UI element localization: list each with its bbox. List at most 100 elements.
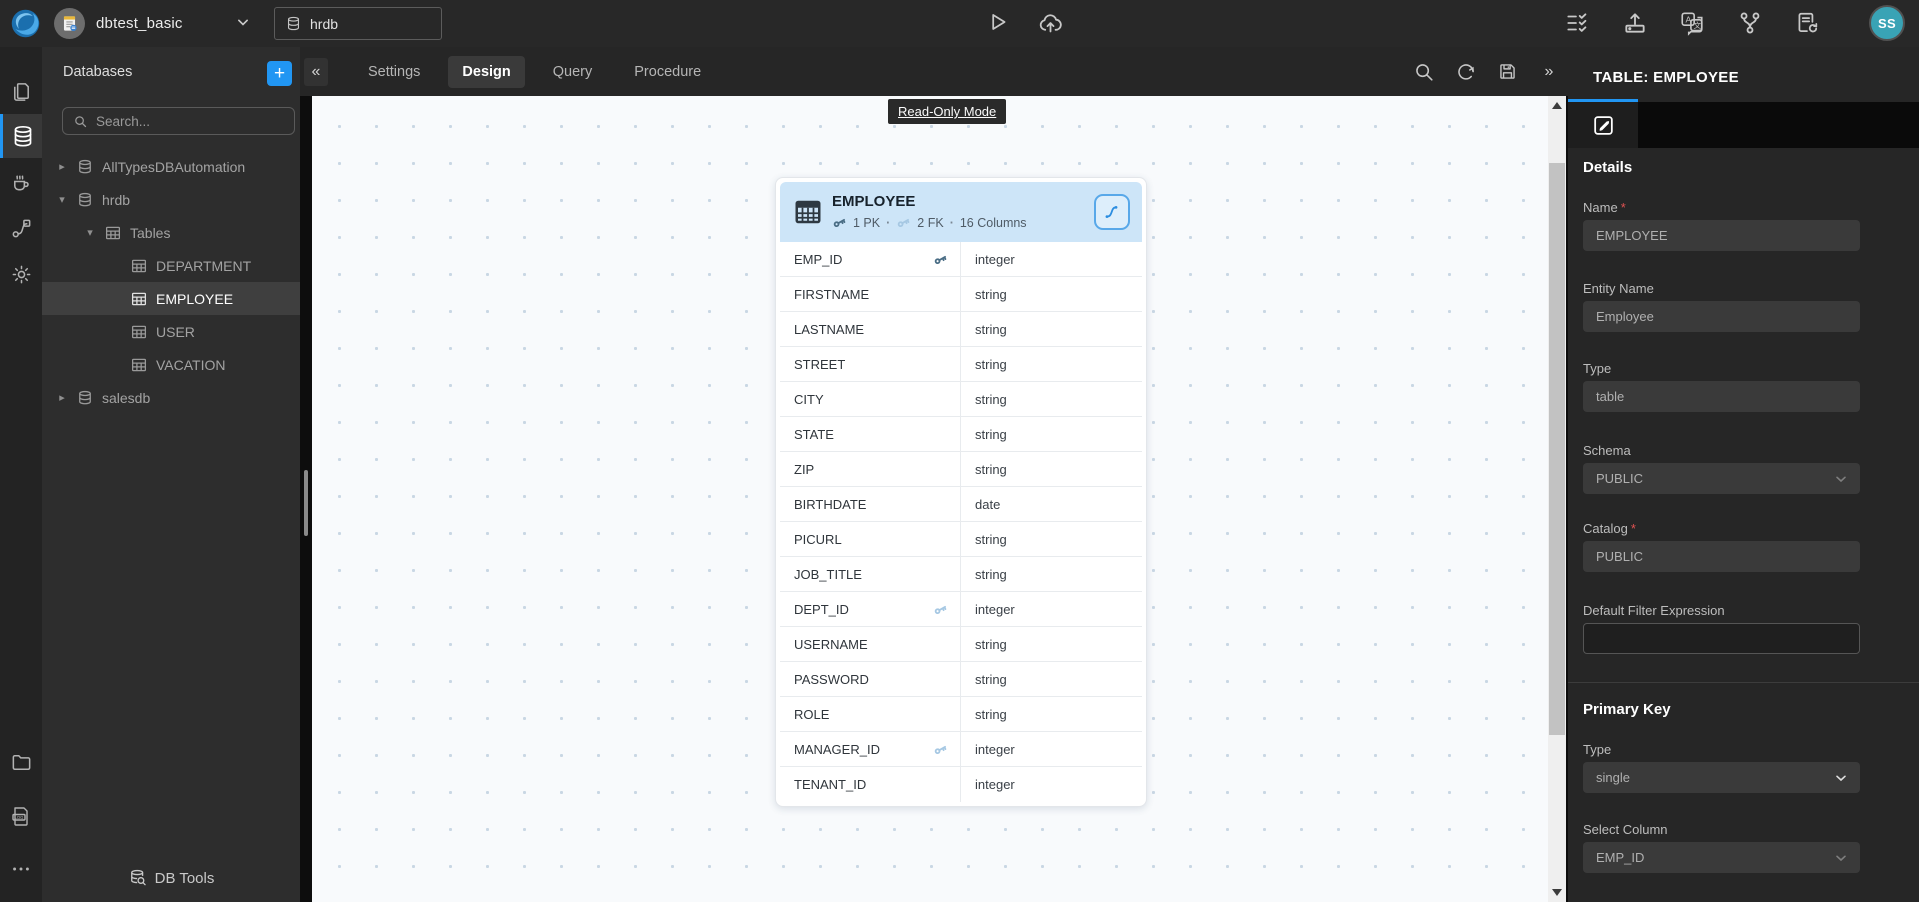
diagram-canvas[interactable]: Read-Only Mode EMPLOYEE 1 PK · 2 FK · 16… (312, 96, 1548, 902)
entity-column-row[interactable]: FIRSTNAME string (780, 277, 1142, 312)
project-chevron-down-icon[interactable] (233, 12, 253, 32)
column-type: string (975, 427, 1007, 442)
schema-select[interactable]: PUBLIC (1583, 463, 1860, 494)
design-toolbar: « Settings Design Query Procedure (300, 47, 1568, 96)
entity-column-row[interactable]: ZIP string (780, 452, 1142, 487)
scroll-up-icon[interactable] (1552, 102, 1562, 109)
tree-toggle-icon[interactable] (56, 160, 68, 173)
column-type-cell: string (960, 347, 1142, 381)
column-name: LASTNAME (794, 322, 864, 337)
svg-text:文: 文 (1694, 20, 1702, 30)
rail-files-button[interactable] (0, 740, 42, 784)
read-only-tooltip: Read-Only Mode (888, 99, 1006, 124)
branch-share-button[interactable] (1737, 10, 1763, 36)
view-tab[interactable]: Settings (354, 56, 434, 88)
pk-type-select[interactable]: single (1583, 762, 1860, 793)
db-tools-icon (128, 868, 148, 888)
tree-item[interactable]: Tables (42, 216, 300, 249)
column-name: STREET (794, 357, 845, 372)
tree-item[interactable]: AllTypesDBAutomation (42, 150, 300, 183)
collapse-sidebar-button[interactable]: « (304, 58, 328, 86)
column-type: string (975, 357, 1007, 372)
tree-item[interactable]: DEPARTMENT (42, 249, 300, 282)
rail-databases-button[interactable] (0, 114, 42, 158)
entity-column-row[interactable]: STATE string (780, 417, 1142, 452)
refresh-icon[interactable] (1455, 61, 1477, 83)
search-icon[interactable] (1413, 61, 1435, 83)
rail-logs-button[interactable]: LOG (0, 794, 42, 838)
tree-toggle-icon[interactable] (56, 193, 68, 206)
table-icon (130, 290, 148, 308)
add-database-button[interactable]: + (267, 61, 292, 86)
column-type-cell: integer (960, 767, 1142, 802)
tree-item[interactable]: USER (42, 315, 300, 348)
sidebar-scrollbar[interactable] (300, 96, 312, 902)
user-avatar[interactable]: SS (1869, 5, 1905, 41)
view-tab[interactable]: Query (539, 56, 607, 88)
entity-column-row[interactable]: PASSWORD string (780, 662, 1142, 697)
project-avatar[interactable] (54, 8, 85, 39)
entity-column-row[interactable]: BIRTHDATE date (780, 487, 1142, 522)
column-name-cell: DEPT_ID (780, 592, 960, 626)
changelog-sync-button[interactable] (1794, 10, 1820, 36)
rail-more-button[interactable] (0, 847, 42, 891)
run-button[interactable] (984, 9, 1010, 35)
entity-column-row[interactable]: TENANT_ID integer (780, 767, 1142, 802)
tree-item[interactable]: EMPLOYEE (42, 282, 300, 315)
expand-panel-button[interactable]: » (1536, 58, 1562, 86)
select-column-select[interactable]: EMP_ID (1583, 842, 1860, 873)
rail-pages-button[interactable] (0, 69, 42, 113)
project-name[interactable]: dbtest_basic (96, 0, 183, 47)
catalog-field[interactable] (1583, 541, 1860, 572)
entity-header[interactable]: EMPLOYEE 1 PK · 2 FK · 16 Columns (780, 182, 1142, 242)
default-filter-field[interactable] (1583, 623, 1860, 654)
tree-toggle-icon[interactable] (56, 391, 68, 404)
save-icon[interactable] (1497, 61, 1518, 82)
tree-item[interactable]: VACATION (42, 348, 300, 381)
name-field[interactable] (1583, 220, 1860, 251)
cloud-upload-button[interactable] (1037, 9, 1064, 36)
entity-column-row[interactable]: ROLE string (780, 697, 1142, 732)
view-tab[interactable]: Design (448, 56, 524, 88)
column-type-cell: string (960, 557, 1142, 591)
entity-column-row[interactable]: CITY string (780, 382, 1142, 417)
task-list-button[interactable] (1564, 10, 1590, 36)
column-name-cell: BIRTHDATE (780, 487, 960, 521)
column-name: JOB_TITLE (794, 567, 862, 582)
entity-column-row[interactable]: LASTNAME string (780, 312, 1142, 347)
column-name: FIRSTNAME (794, 287, 869, 302)
entity-column-row[interactable]: MANAGER_ID integer (780, 732, 1142, 767)
rail-java-button[interactable] (0, 160, 42, 204)
entity-column-row[interactable]: JOB_TITLE string (780, 557, 1142, 592)
rail-settings-button[interactable] (0, 252, 42, 296)
column-name-cell: STATE (780, 417, 960, 451)
sidebar-scrollbar-thumb[interactable] (304, 470, 308, 536)
canvas-scrollbar[interactable] (1548, 96, 1566, 902)
translate-button[interactable]: A文 (1679, 10, 1705, 36)
rail-connections-button[interactable] (0, 206, 42, 250)
relationships-button[interactable] (1094, 194, 1130, 230)
db-tools-button[interactable]: DB Tools (42, 868, 300, 888)
tree-item[interactable]: hrdb (42, 183, 300, 216)
column-name: USERNAME (794, 637, 868, 652)
canvas-scrollbar-thumb[interactable] (1549, 163, 1565, 735)
entity-column-row[interactable]: PICURL string (780, 522, 1142, 557)
column-name: STATE (794, 427, 834, 442)
deploy-button[interactable] (1622, 10, 1648, 36)
entity-column-row[interactable]: EMP_ID integer (780, 242, 1142, 277)
entity-column-row[interactable]: USERNAME string (780, 627, 1142, 662)
entity-name-field[interactable] (1583, 301, 1860, 332)
edit-tab[interactable] (1568, 102, 1638, 148)
entity-card-employee[interactable]: EMPLOYEE 1 PK · 2 FK · 16 Columns (775, 177, 1147, 807)
column-type: string (975, 287, 1007, 302)
tree-toggle-icon[interactable] (84, 226, 96, 239)
column-type-cell: integer (960, 732, 1142, 766)
view-tab[interactable]: Procedure (620, 56, 715, 88)
entity-column-row[interactable]: DEPT_ID integer (780, 592, 1142, 627)
scroll-down-icon[interactable] (1552, 889, 1562, 896)
search-input[interactable] (96, 114, 266, 129)
tree-item[interactable]: salesdb (42, 381, 300, 414)
type-field[interactable] (1583, 381, 1860, 412)
open-db-tab[interactable]: hrdb (274, 7, 442, 40)
entity-column-row[interactable]: STREET string (780, 347, 1142, 382)
